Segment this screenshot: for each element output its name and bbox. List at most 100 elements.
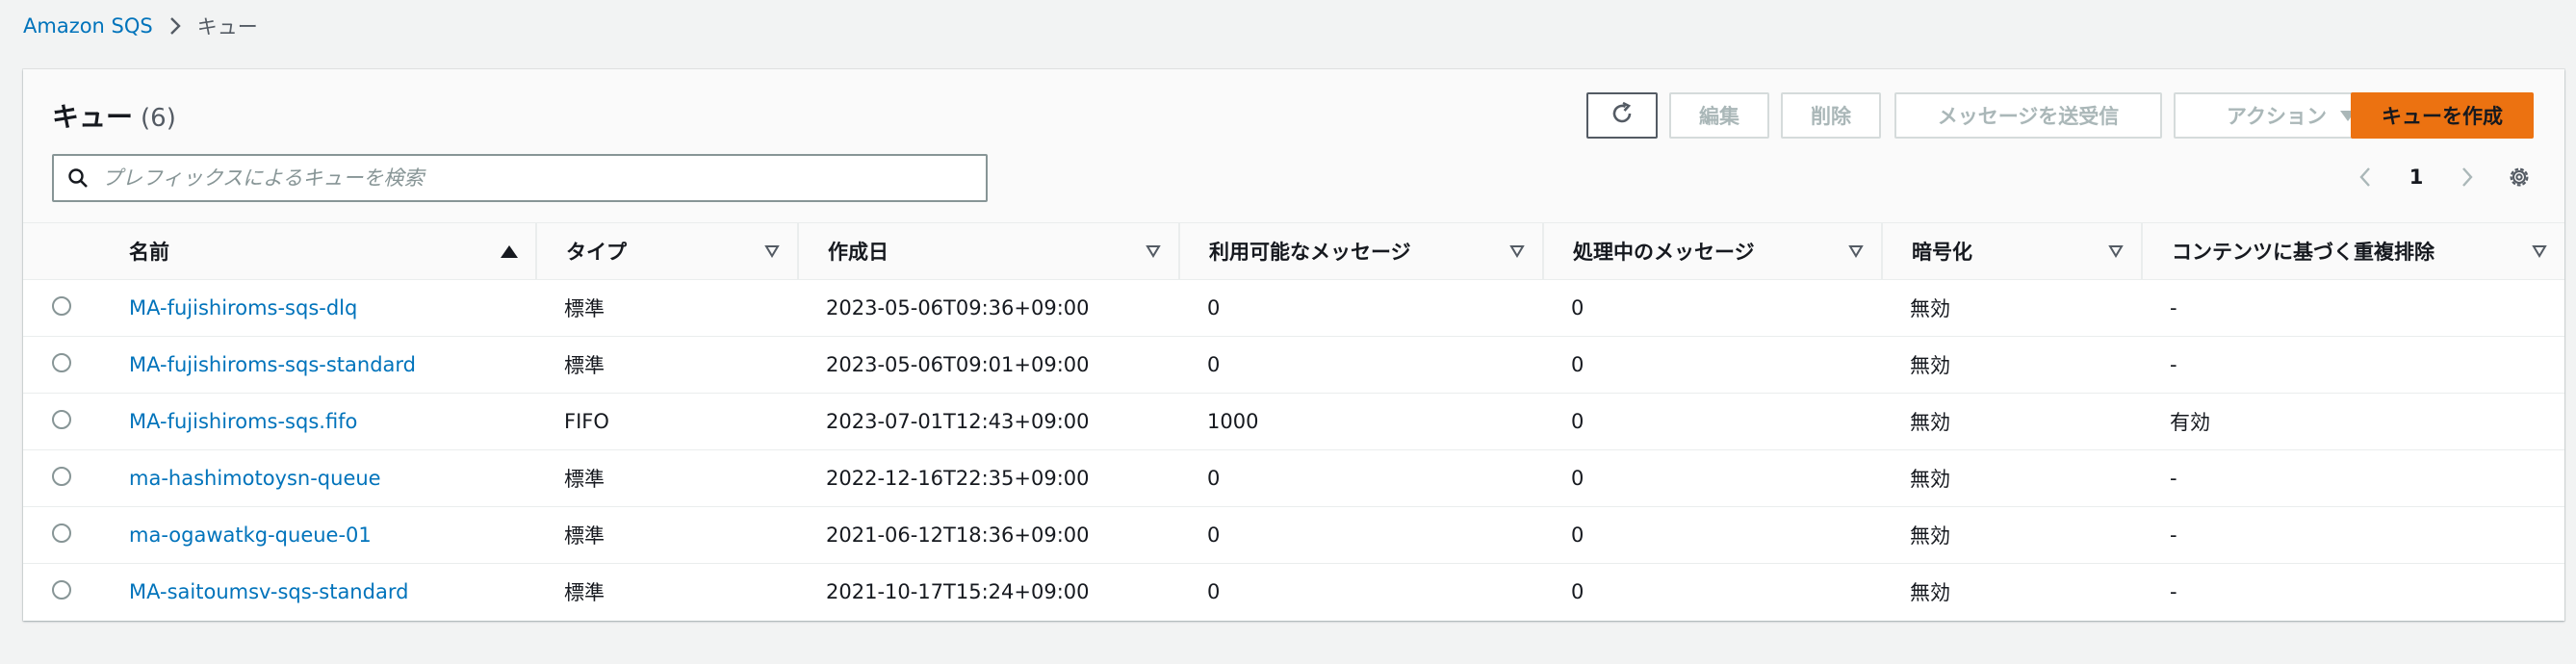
search-icon xyxy=(54,156,102,200)
queue-encryption: 無効 xyxy=(1910,354,1950,377)
column-header-available[interactable]: 利用可能なメッセージ xyxy=(1178,223,1542,280)
queue-in-flight: 0 xyxy=(1571,467,1584,490)
column-label: 処理中のメッセージ xyxy=(1573,241,1755,264)
queues-table: 名前 タイプ 作成日 利用可能なメッセージ 処理中のメッセージ 暗号化 コンテン… xyxy=(23,223,2564,621)
queue-available: 0 xyxy=(1207,524,1221,547)
queue-created: 2023-05-06T09:36+09:00 xyxy=(826,296,1090,319)
caret-down-outline-icon xyxy=(1509,244,1525,258)
table-row[interactable]: MA-saitoumsv-sqs-standard 標準 2021-10-17T… xyxy=(23,564,2564,621)
queue-in-flight: 0 xyxy=(1571,353,1584,376)
queues-panel: キュー (6) 編集 削除 メッセージを送受信 アクション キューを作成 プレフ… xyxy=(23,69,2564,621)
column-label: 利用可能なメッセージ xyxy=(1209,241,1411,264)
queue-encryption: 無効 xyxy=(1910,468,1950,491)
table-row[interactable]: MA-fujishiroms-sqs-dlq 標準 2023-05-06T09:… xyxy=(23,280,2564,337)
column-header-name[interactable]: 名前 xyxy=(100,223,535,280)
search-field xyxy=(52,154,988,202)
queue-available: 1000 xyxy=(1207,410,1259,433)
queue-type: 標準 xyxy=(564,297,605,320)
refresh-button[interactable] xyxy=(1586,92,1658,139)
column-header-created[interactable]: 作成日 xyxy=(797,223,1178,280)
column-label: 暗号化 xyxy=(1912,241,1972,264)
pagination: 1 xyxy=(2353,158,2532,196)
queue-name-link[interactable]: MA-fujishiroms-sqs.fifo xyxy=(129,410,357,433)
table-row[interactable]: MA-fujishiroms-sqs-standard 標準 2023-05-0… xyxy=(23,337,2564,394)
queue-dedup: - xyxy=(2170,580,2177,604)
column-header-type[interactable]: タイプ xyxy=(535,223,797,280)
queue-type: 標準 xyxy=(564,468,605,491)
row-select-radio[interactable] xyxy=(52,352,71,372)
queue-in-flight: 0 xyxy=(1571,296,1584,319)
queue-created: 2023-07-01T12:43+09:00 xyxy=(826,410,1090,433)
column-header-in-flight[interactable]: 処理中のメッセージ xyxy=(1542,223,1881,280)
column-label: タイプ xyxy=(566,241,627,264)
queue-created: 2023-05-06T09:01+09:00 xyxy=(826,353,1090,376)
queue-dedup: - xyxy=(2170,353,2177,376)
queue-available: 0 xyxy=(1207,353,1221,376)
queue-available: 0 xyxy=(1207,296,1221,319)
caret-down-outline-icon xyxy=(2108,244,2124,258)
breadcrumb-current: キュー xyxy=(196,15,258,38)
row-select-radio[interactable] xyxy=(52,409,71,429)
queue-name-link[interactable]: ma-ogawatkg-queue-01 xyxy=(129,524,372,547)
delete-button[interactable]: 削除 xyxy=(1781,92,1881,139)
gear-icon[interactable] xyxy=(2507,165,2532,190)
actions-label: アクション xyxy=(2227,105,2327,128)
row-select-radio[interactable] xyxy=(52,466,71,486)
queue-created: 2021-06-12T18:36+09:00 xyxy=(826,524,1090,547)
queue-created: 2021-10-17T15:24+09:00 xyxy=(826,580,1090,604)
column-label: 名前 xyxy=(129,241,169,264)
queue-available: 0 xyxy=(1207,580,1221,604)
caret-up-icon xyxy=(501,244,518,258)
table-row[interactable]: MA-fujishiroms-sqs.fifo FIFO 2023-07-01T… xyxy=(23,394,2564,450)
row-select-radio[interactable] xyxy=(52,579,71,600)
caret-down-outline-icon xyxy=(1146,244,1161,258)
queue-in-flight: 0 xyxy=(1571,410,1584,433)
page-title: キュー (6) xyxy=(52,96,176,135)
title-text: キュー xyxy=(52,101,134,133)
column-label: コンテンツに基づく重複排除 xyxy=(2172,241,2434,264)
queue-encryption: 無効 xyxy=(1910,297,1950,320)
queue-dedup: - xyxy=(2170,467,2177,490)
select-column-header xyxy=(23,223,100,280)
panel-header: キュー (6) 編集 削除 メッセージを送受信 アクション キューを作成 プレフ… xyxy=(23,69,2564,223)
create-queue-button[interactable]: キューを作成 xyxy=(2351,92,2534,139)
breadcrumb: Amazon SQS キュー xyxy=(23,10,258,42)
queue-type: 標準 xyxy=(564,581,605,605)
row-select-radio[interactable] xyxy=(52,295,71,316)
table-row[interactable]: ma-hashimotoysn-queue 標準 2022-12-16T22:3… xyxy=(23,450,2564,507)
column-header-dedup[interactable]: コンテンツに基づく重複排除 xyxy=(2141,223,2564,280)
queue-name-link[interactable]: MA-saitoumsv-sqs-standard xyxy=(129,580,408,603)
queue-in-flight: 0 xyxy=(1571,524,1584,547)
refresh-icon xyxy=(1610,101,1635,131)
row-select-radio[interactable] xyxy=(52,523,71,543)
queue-dedup: - xyxy=(2170,296,2177,319)
send-receive-button[interactable]: メッセージを送受信 xyxy=(1894,92,2162,139)
caret-down-outline-icon xyxy=(764,244,780,258)
queue-encryption: 無効 xyxy=(1910,581,1950,605)
queue-encryption: 無効 xyxy=(1910,411,1950,434)
caret-down-outline-icon xyxy=(1848,244,1864,258)
queue-created: 2022-12-16T22:35+09:00 xyxy=(826,467,1090,490)
queue-available: 0 xyxy=(1207,467,1221,490)
current-page[interactable]: 1 xyxy=(2405,166,2428,189)
chevron-left-icon[interactable] xyxy=(2353,165,2378,190)
queue-type: FIFO xyxy=(564,410,609,433)
table-row[interactable]: ma-ogawatkg-queue-01 標準 2021-06-12T18:36… xyxy=(23,507,2564,564)
column-label: 作成日 xyxy=(828,241,889,264)
column-header-encryption[interactable]: 暗号化 xyxy=(1881,223,2141,280)
table-header-row: 名前 タイプ 作成日 利用可能なメッセージ 処理中のメッセージ 暗号化 コンテン… xyxy=(23,223,2564,280)
queue-name-link[interactable]: MA-fujishiroms-sqs-dlq xyxy=(129,296,357,319)
chevron-right-icon xyxy=(167,17,184,35)
queue-type: 標準 xyxy=(564,524,605,548)
chevron-right-icon[interactable] xyxy=(2455,165,2480,190)
breadcrumb-root-link[interactable]: Amazon SQS xyxy=(23,14,153,38)
queue-name-link[interactable]: MA-fujishiroms-sqs-standard xyxy=(129,353,416,376)
caret-down-outline-icon xyxy=(2532,244,2547,258)
queue-dedup: 有効 xyxy=(2170,411,2210,434)
search-input[interactable] xyxy=(102,166,968,190)
queue-in-flight: 0 xyxy=(1571,580,1584,604)
queue-name-link[interactable]: ma-hashimotoysn-queue xyxy=(129,467,381,490)
queue-dedup: - xyxy=(2170,524,2177,547)
queue-count: (6) xyxy=(141,104,176,133)
edit-button[interactable]: 編集 xyxy=(1669,92,1769,139)
